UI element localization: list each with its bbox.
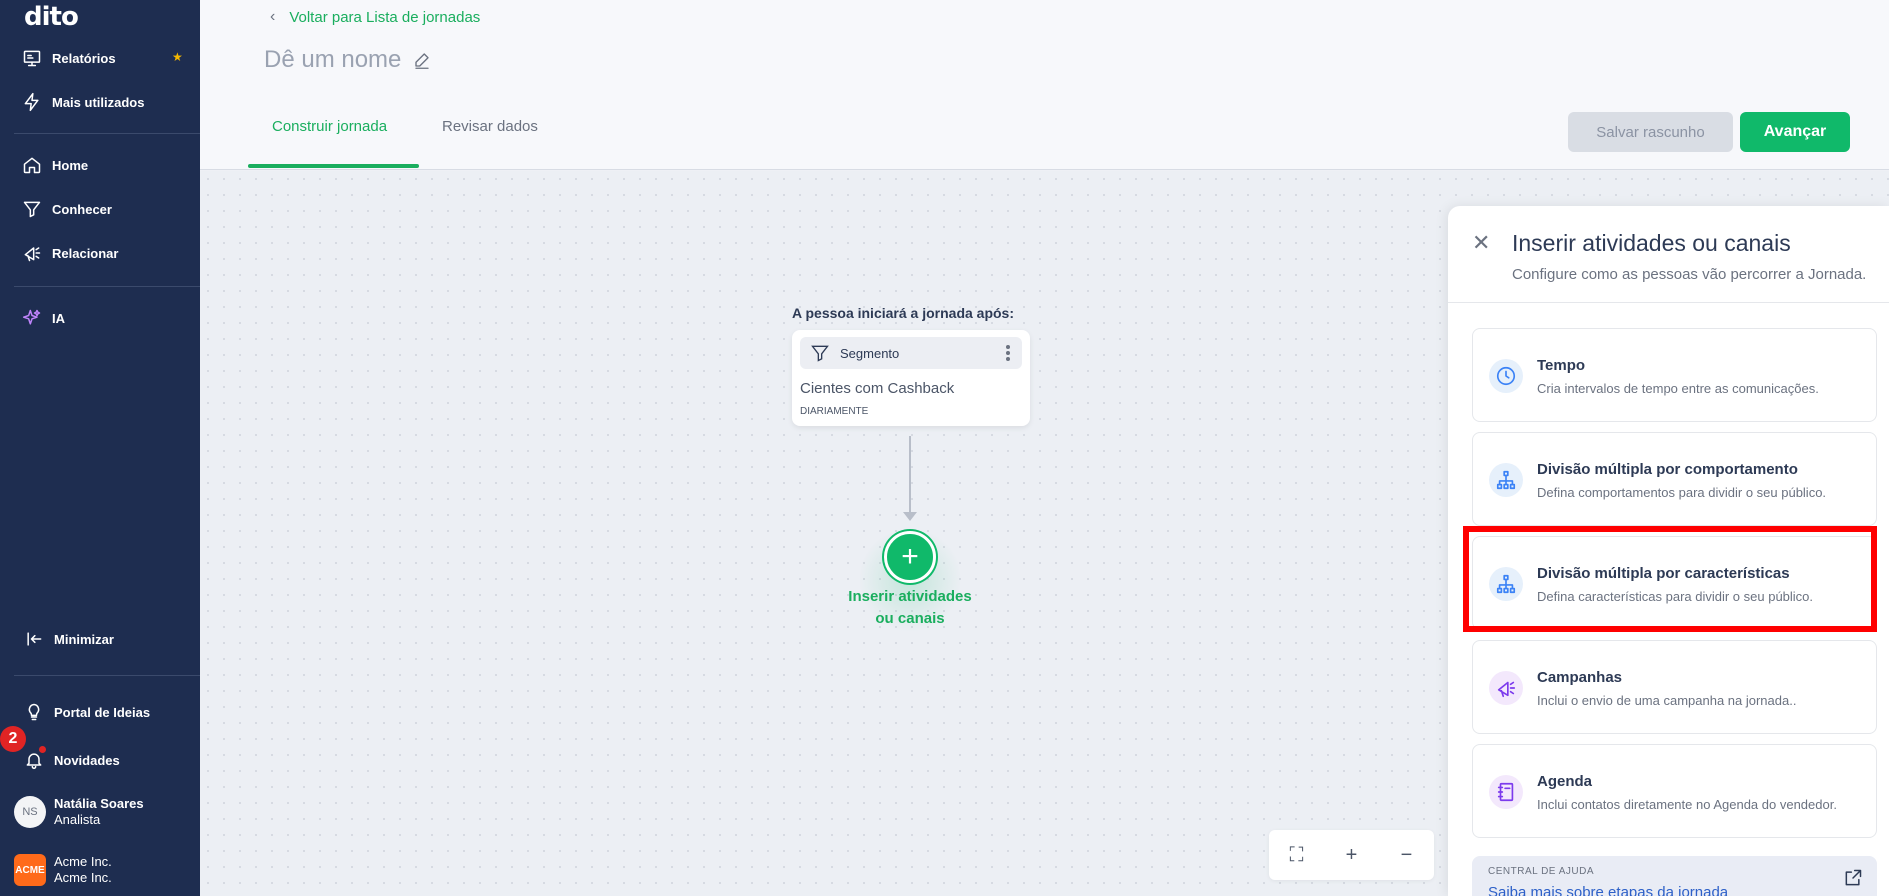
org-switcher[interactable]: ACME Acme Inc. Acme Inc. [14,854,112,886]
sidebar-item-label: Relacionar [52,245,119,261]
lightbulb-icon [24,702,44,722]
external-link-icon[interactable] [1843,868,1863,888]
sidebar-item-conhecer[interactable]: Conhecer [0,191,200,227]
notification-dot [39,746,46,753]
highlight-box [1463,526,1877,632]
arrow-down-icon [903,512,917,521]
user-name: Natália Soares [54,796,144,811]
megaphone-icon [1489,671,1523,705]
sidebar-item-label: Home [52,157,89,173]
panel-subtitle: Configure como as pessoas vão percorrer … [1512,266,1867,283]
option-desc: Inclui contatos diretamente no Agenda do… [1537,797,1837,812]
sidebar-item-label: Novidades [54,752,120,768]
home-icon [22,155,42,175]
panel-divider [1448,302,1889,303]
filter-icon [811,345,829,362]
collapse-icon [24,629,44,649]
option-desc: Cria intervalos de tempo entre as comuni… [1537,381,1819,396]
org-name: Acme Inc. [54,854,112,869]
sidebar-item-label: IA [52,310,65,326]
tab-construir-jornada[interactable]: Construir jornada [272,118,387,135]
next-button[interactable]: Avançar [1740,112,1850,152]
active-tab-indicator [248,164,419,168]
star-icon: ★ [172,50,183,64]
sidebar-item-mais-utilizados[interactable]: Mais utilizados [0,84,200,120]
filter-icon [22,199,42,219]
flow-connector [909,436,911,516]
bell-icon [24,750,44,770]
zoom-out-icon[interactable]: − [1392,844,1422,867]
plus-icon: + [901,540,919,573]
fit-screen-icon[interactable]: ⛶ [1282,844,1312,867]
sidebar-item-label: Mais utilizados [52,94,145,110]
add-step-label-line2: ou canais [875,610,945,627]
sidebar-item-relacionar[interactable]: Relacionar [0,235,200,271]
option-title: Divisão múltipla por comportamento [1537,461,1798,478]
panel-title: Inserir atividades ou canais [1512,230,1791,256]
split-icon [1489,463,1523,497]
add-step-label-line1: Inserir atividades [848,588,972,605]
chevron-left-icon: ‹ [270,8,276,25]
help-center-card[interactable]: CENTRAL DE AJUDA Saiba mais sobre etapas… [1472,856,1877,896]
option-title: Tempo [1537,357,1586,374]
option-divisao-comportamento[interactable]: Divisão múltipla por comportamento Defin… [1472,432,1877,526]
segment-frequency: DIARIAMENTE [800,406,869,417]
sidebar-item-label: Relatórios [52,50,116,66]
option-tempo[interactable]: Tempo Cria intervalos de tempo entre as … [1472,328,1877,422]
sidebar-item-relatorios[interactable]: Relatórios [0,40,200,76]
dito-logo: dito [24,2,79,32]
sparkle-icon [22,308,42,328]
segment-card-header: Segmento [800,337,1022,369]
option-agenda[interactable]: Agenda Inclui contatos diretamente no Ag… [1472,744,1877,838]
help-link[interactable]: Saiba mais sobre etapas da jornada [1488,884,1728,896]
option-title: Agenda [1537,773,1593,790]
sidebar-item-ia[interactable]: IA [0,300,200,336]
segment-card[interactable]: Segmento Cientes com Cashback DIARIAMENT… [792,330,1030,426]
acme-logo: ACME [14,854,46,886]
back-link-label: Voltar para Lista de jornadas [289,8,481,26]
zoom-controls: ⛶ + − [1269,830,1434,880]
avatar: NS [14,796,46,828]
sidebar-item-label: Conhecer [52,201,112,217]
add-step-button[interactable]: + [884,531,936,583]
notebook-icon [1489,775,1523,809]
help-label: CENTRAL DE AJUDA [1488,866,1594,877]
segment-name: Cientes com Cashback [800,380,955,397]
org-sub: Acme Inc. [54,870,112,885]
sidebar-divider [14,133,200,134]
sidebar-item-label: Minimizar [54,631,114,647]
edit-icon[interactable] [413,51,431,69]
kebab-menu-icon[interactable] [1006,345,1010,363]
journey-name: Dê um nome [264,46,402,73]
notification-badge: 2 [0,726,26,752]
sidebar-item-label: Portal de Ideias [54,704,151,720]
option-desc: Defina comportamentos para dividir o seu… [1537,485,1827,500]
sidebar-item-portal-ideias[interactable]: Portal de Ideias [0,694,200,730]
start-label: A pessoa iniciará a jornada após: [792,305,1015,321]
user-role: Analista [54,812,101,827]
option-campanhas[interactable]: Campanhas Inclui o envio de uma campanha… [1472,640,1877,734]
option-title: Campanhas [1537,669,1623,686]
sidebar-divider [14,675,200,676]
sidebar: dito Relatórios ★ Mais utilizados Home C… [0,0,200,896]
zoom-in-icon[interactable]: + [1337,844,1367,867]
close-icon[interactable]: ✕ [1472,230,1490,256]
page-header: ‹ Voltar para Lista de jornadas Dê um no… [200,0,1889,170]
sidebar-item-novidades[interactable]: Novidades [0,742,200,778]
option-desc: Inclui o envio de uma campanha na jornad… [1537,693,1797,708]
segment-type: Segmento [840,345,900,361]
user-profile[interactable]: NS Natália Soares Analista [14,796,144,828]
sidebar-item-home[interactable]: Home [0,147,200,183]
lightning-icon [22,92,42,112]
save-draft-button[interactable]: Salvar rascunho [1568,112,1733,152]
page-title[interactable]: Dê um nome [264,46,431,74]
report-icon [22,48,42,68]
sidebar-divider [14,286,200,287]
sidebar-item-minimizar[interactable]: Minimizar [0,621,200,657]
back-link[interactable]: ‹ Voltar para Lista de jornadas [270,8,480,26]
clock-icon [1489,359,1523,393]
megaphone-icon [22,243,42,263]
add-step-label[interactable]: Inserir atividades ou canais [830,586,990,630]
tab-revisar-dados[interactable]: Revisar dados [442,118,538,135]
